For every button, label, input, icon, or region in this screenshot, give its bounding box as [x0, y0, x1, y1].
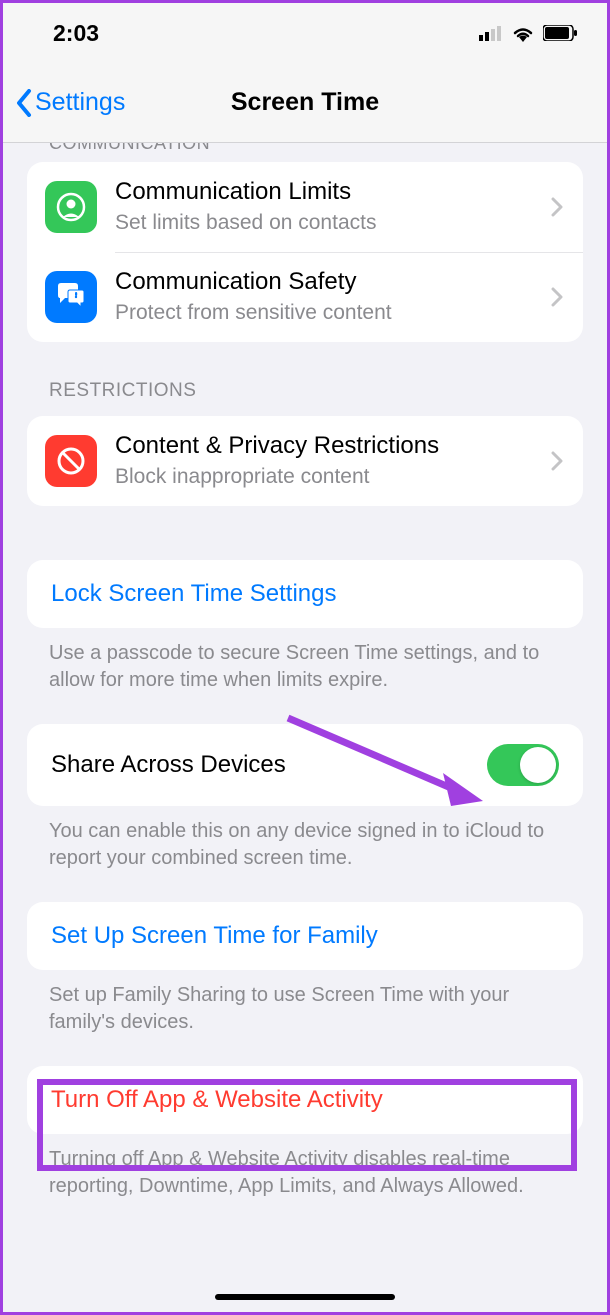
back-label: Settings [35, 88, 125, 117]
row-subtitle: Block inappropriate content [115, 463, 551, 490]
turn-off-footer: Turning off App & Website Activity disab… [3, 1134, 607, 1200]
phone-frame: 2:03 Settings Screen Time COMMUNICATION … [0, 0, 610, 1315]
wifi-icon [511, 24, 535, 42]
row-title: Communication Safety [115, 268, 551, 297]
chevron-right-icon [551, 287, 563, 307]
share-toggle[interactable] [487, 744, 559, 786]
nav-bar: Settings Screen Time [3, 63, 607, 143]
row-text: Content & Privacy Restrictions Block ina… [115, 432, 551, 490]
status-icons [479, 24, 577, 42]
no-entry-icon [45, 435, 97, 487]
content-privacy-row[interactable]: Content & Privacy Restrictions Block ina… [27, 416, 583, 506]
contact-icon [45, 181, 97, 233]
battery-icon [543, 25, 577, 41]
communication-group: Communication Limits Set limits based on… [27, 162, 583, 342]
lock-footer: Use a passcode to secure Screen Time set… [3, 628, 607, 694]
turn-off-activity-row[interactable]: Turn Off App & Website Activity [27, 1066, 583, 1134]
status-time: 2:03 [53, 20, 99, 47]
chevron-right-icon [551, 451, 563, 471]
share-across-devices-row[interactable]: Share Across Devices [27, 724, 583, 806]
chat-bubble-icon [45, 271, 97, 323]
content: COMMUNICATION Communication Limits Set l… [3, 143, 607, 1200]
row-text: Communication Limits Set limits based on… [115, 178, 551, 236]
family-label: Set Up Screen Time for Family [51, 922, 378, 950]
row-title: Content & Privacy Restrictions [115, 432, 551, 461]
cellular-icon [479, 25, 503, 41]
home-indicator [215, 1294, 395, 1300]
section-header-restrictions: RESTRICTIONS [3, 342, 607, 410]
family-footer: Set up Family Sharing to use Screen Time… [3, 970, 607, 1036]
share-label: Share Across Devices [51, 751, 286, 779]
chevron-right-icon [551, 197, 563, 217]
row-subtitle: Protect from sensitive content [115, 299, 551, 326]
lock-label: Lock Screen Time Settings [51, 580, 336, 608]
row-subtitle: Set limits based on contacts [115, 209, 551, 236]
restrictions-group: Content & Privacy Restrictions Block ina… [27, 416, 583, 506]
chevron-left-icon [15, 89, 33, 117]
communication-safety-row[interactable]: Communication Safety Protect from sensit… [27, 252, 583, 342]
lock-screen-time-row[interactable]: Lock Screen Time Settings [27, 560, 583, 628]
back-button[interactable]: Settings [3, 88, 125, 117]
turn-off-label: Turn Off App & Website Activity [51, 1086, 383, 1114]
row-text: Communication Safety Protect from sensit… [115, 268, 551, 326]
setup-family-row[interactable]: Set Up Screen Time for Family [27, 902, 583, 970]
communication-limits-row[interactable]: Communication Limits Set limits based on… [27, 162, 583, 252]
share-footer: You can enable this on any device signed… [3, 806, 607, 872]
row-title: Communication Limits [115, 178, 551, 207]
section-header-communication: COMMUNICATION [3, 143, 607, 156]
status-bar: 2:03 [3, 3, 607, 63]
